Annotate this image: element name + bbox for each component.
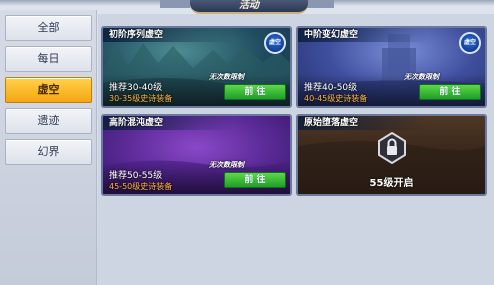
header-right-wing	[304, 0, 334, 8]
recommend-level: 推荐30-40级	[109, 83, 163, 93]
go-button[interactable]: 前 往	[224, 84, 286, 100]
tab-illusion[interactable]: 幻界	[5, 139, 92, 165]
unlock-level-text: 55级开启	[369, 178, 414, 189]
go-button[interactable]: 前 往	[224, 172, 286, 188]
card-title: 原始堕落虚空	[298, 116, 428, 130]
category-sidebar: 全部 每日 虚空 遗迹 幻界	[0, 10, 97, 285]
recommend-level: 推荐40-50级	[304, 83, 358, 93]
lock-icon	[377, 131, 407, 165]
card-title: 高阶混沌虚空	[103, 116, 233, 130]
card-title: 初阶序列虚空	[103, 28, 233, 42]
header-left-wing	[160, 0, 190, 8]
tab-ruins[interactable]: 遗迹	[5, 108, 92, 134]
tab-daily[interactable]: 每日	[5, 46, 92, 72]
no-limit-label: 无次数限制	[209, 161, 244, 169]
activity-card-void-2[interactable]: 中阶变幻虚空 虚空 无次数限制 推荐40-50级 40-45级史诗装备 前 往	[296, 26, 487, 108]
void-badge-icon: 虚空	[264, 32, 286, 54]
recommend-level: 推荐50-55级	[109, 171, 163, 181]
tab-void[interactable]: 虚空	[5, 77, 92, 103]
reward-gear: 40-45级史诗装备	[304, 94, 368, 103]
activity-card-void-3[interactable]: 高阶混沌虚空 无次数限制 推荐50-55级 45-50级史诗装备 前 往	[101, 114, 292, 196]
void-badge-icon: 虚空	[459, 32, 481, 54]
go-button[interactable]: 前 往	[419, 84, 481, 100]
page-title: 活动	[190, 0, 308, 14]
card-title: 中阶变幻虚空	[298, 28, 428, 42]
reward-gear: 30-35级史诗装备	[109, 94, 173, 103]
activity-card-void-4-locked[interactable]: 原始堕落虚空 55级开启	[296, 114, 487, 196]
no-limit-label: 无次数限制	[404, 73, 439, 81]
no-limit-label: 无次数限制	[209, 73, 244, 81]
reward-gear: 45-50级史诗装备	[109, 182, 173, 191]
activity-content: 初阶序列虚空 虚空 无次数限制 推荐30-40级 30-35级史诗装备 前 往 …	[98, 14, 494, 285]
tab-all[interactable]: 全部	[5, 15, 92, 41]
activity-card-void-1[interactable]: 初阶序列虚空 虚空 无次数限制 推荐30-40级 30-35级史诗装备 前 往	[101, 26, 292, 108]
